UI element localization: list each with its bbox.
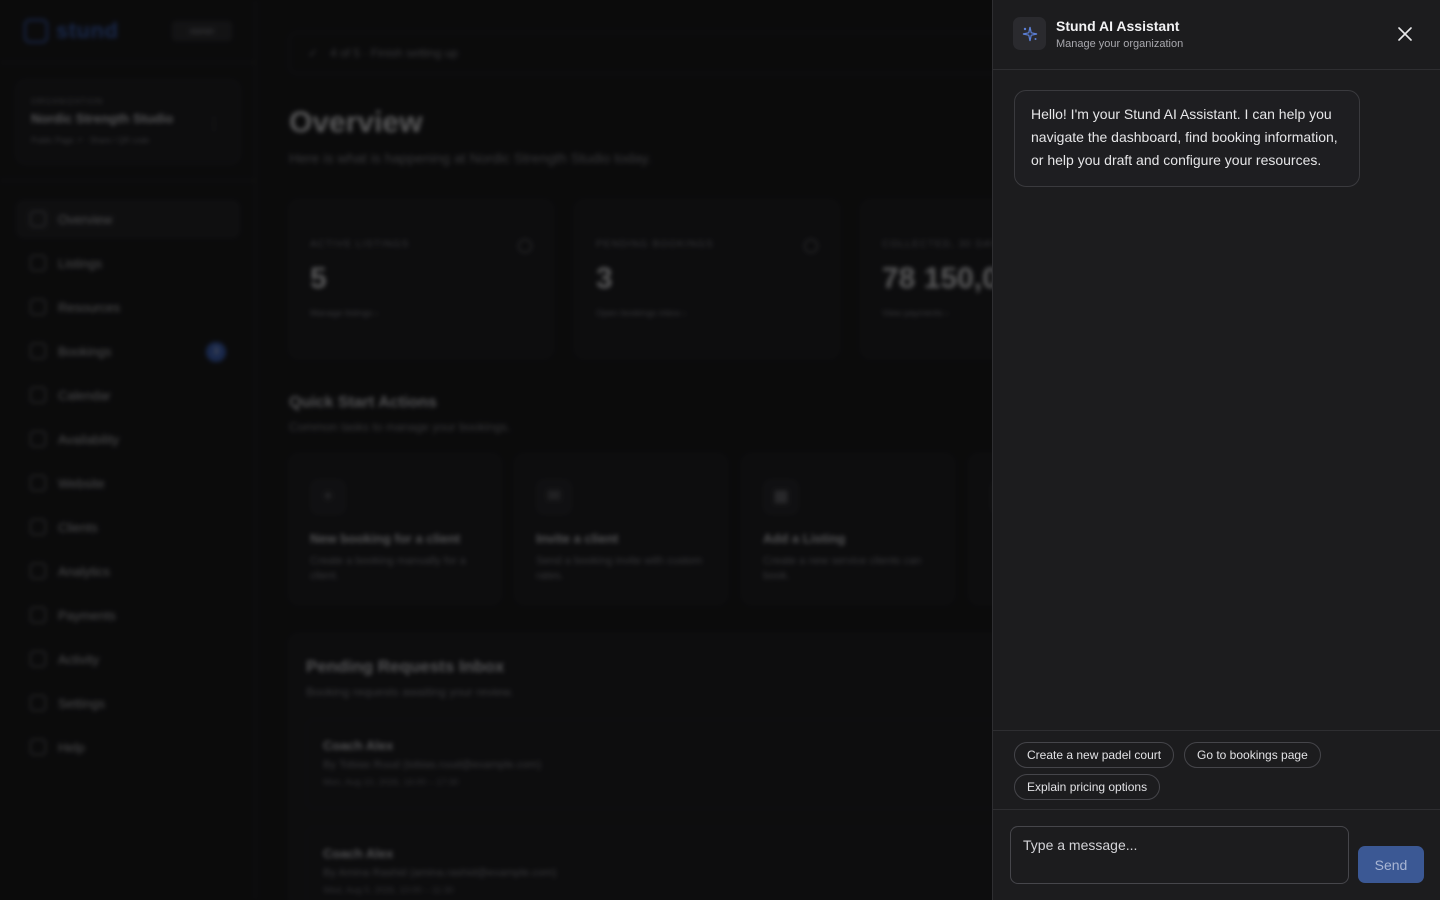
suggestion-chip-padel-court[interactable]: Create a new padel court bbox=[1014, 742, 1175, 768]
assistant-subtitle: Manage your organization bbox=[1056, 38, 1184, 50]
close-button[interactable] bbox=[1393, 22, 1417, 46]
close-icon bbox=[1398, 27, 1412, 41]
app-root: stund owner Organization Nordic Strength… bbox=[0, 0, 1440, 900]
ai-assistant-panel: Stund AI Assistant Manage your organizat… bbox=[992, 0, 1440, 900]
overlay-scrim[interactable] bbox=[0, 0, 992, 900]
assistant-title: Stund AI Assistant bbox=[1056, 18, 1180, 34]
send-button[interactable]: Send bbox=[1358, 846, 1424, 883]
message-input[interactable] bbox=[1010, 826, 1349, 884]
suggestion-chips: Create a new padel court Go to bookings … bbox=[993, 730, 1440, 810]
suggestion-chip-bookings-page[interactable]: Go to bookings page bbox=[1184, 742, 1321, 768]
message-list[interactable]: Hello! I'm your Stund AI Assistant. I ca… bbox=[993, 71, 1440, 730]
assistant-header: Stund AI Assistant Manage your organizat… bbox=[993, 0, 1440, 70]
assistant-message: Hello! I'm your Stund AI Assistant. I ca… bbox=[1014, 90, 1360, 187]
sparkle-icon bbox=[1013, 17, 1046, 50]
suggestion-chip-pricing[interactable]: Explain pricing options bbox=[1014, 774, 1161, 800]
composer: Send bbox=[993, 810, 1440, 900]
